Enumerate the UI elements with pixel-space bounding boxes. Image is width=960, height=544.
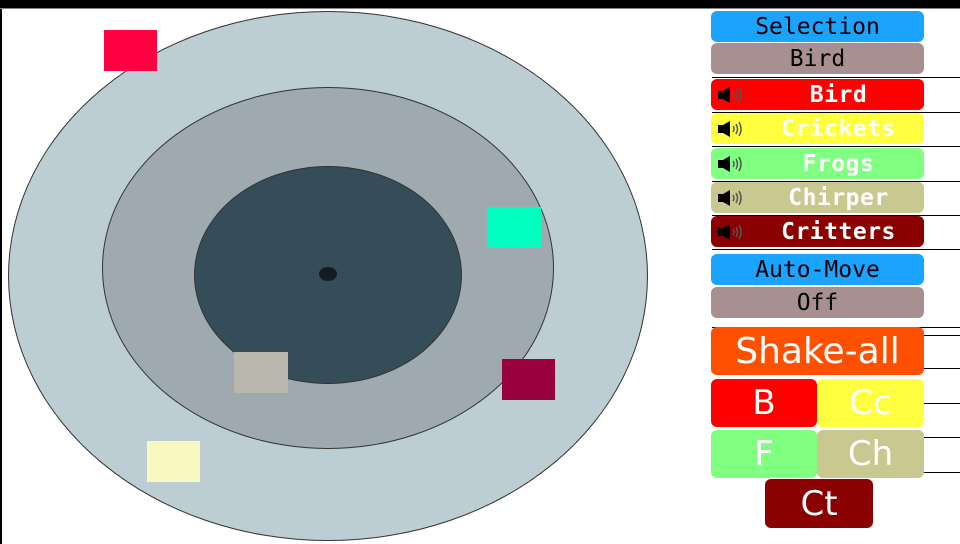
sound-label: Critters (753, 216, 924, 247)
sound-row-critters[interactable]: Critters (711, 216, 924, 247)
sound-row-bird[interactable]: Bird (711, 79, 924, 110)
critter-cream[interactable] (147, 441, 200, 482)
shake-all-button[interactable]: Shake-all (711, 327, 924, 375)
control-panel: Selection Bird Bird Crickets Frogs Chirp… (700, 9, 960, 544)
auto-move-label: Auto-Move (711, 254, 924, 285)
frogs-quick-button[interactable]: F (711, 430, 817, 478)
speaker-icon[interactable] (711, 216, 753, 247)
critter-teal[interactable] (487, 207, 541, 248)
sound-row-frogs[interactable]: Frogs (711, 148, 924, 179)
sound-label: Chirper (753, 182, 924, 213)
bird-quick-button[interactable]: B (711, 379, 817, 427)
divider (712, 146, 960, 147)
sound-label: Frogs (753, 148, 924, 179)
arena (0, 9, 700, 544)
sound-row-chirper[interactable]: Chirper (711, 182, 924, 213)
speaker-icon[interactable] (711, 182, 753, 213)
top-bar (0, 0, 960, 9)
chirper-quick-button[interactable]: Ch (817, 430, 924, 478)
divider (712, 249, 960, 250)
speaker-icon[interactable] (711, 79, 753, 110)
sound-label: Bird (753, 79, 924, 110)
selection-value[interactable]: Bird (711, 43, 924, 74)
divider (712, 77, 960, 78)
critter-maroon[interactable] (502, 359, 555, 400)
critter-red[interactable] (104, 30, 157, 71)
center-dot (319, 267, 337, 281)
sound-row-crickets[interactable]: Crickets (711, 113, 924, 144)
critters-quick-button[interactable]: Ct (765, 479, 873, 528)
selection-label: Selection (711, 11, 924, 42)
speaker-icon[interactable] (711, 148, 753, 179)
critter-grey[interactable] (234, 352, 288, 393)
speaker-icon[interactable] (711, 113, 753, 144)
sound-label: Crickets (753, 113, 924, 144)
crickets-quick-button[interactable]: Cc (817, 379, 924, 427)
auto-move-value[interactable]: Off (711, 287, 924, 318)
